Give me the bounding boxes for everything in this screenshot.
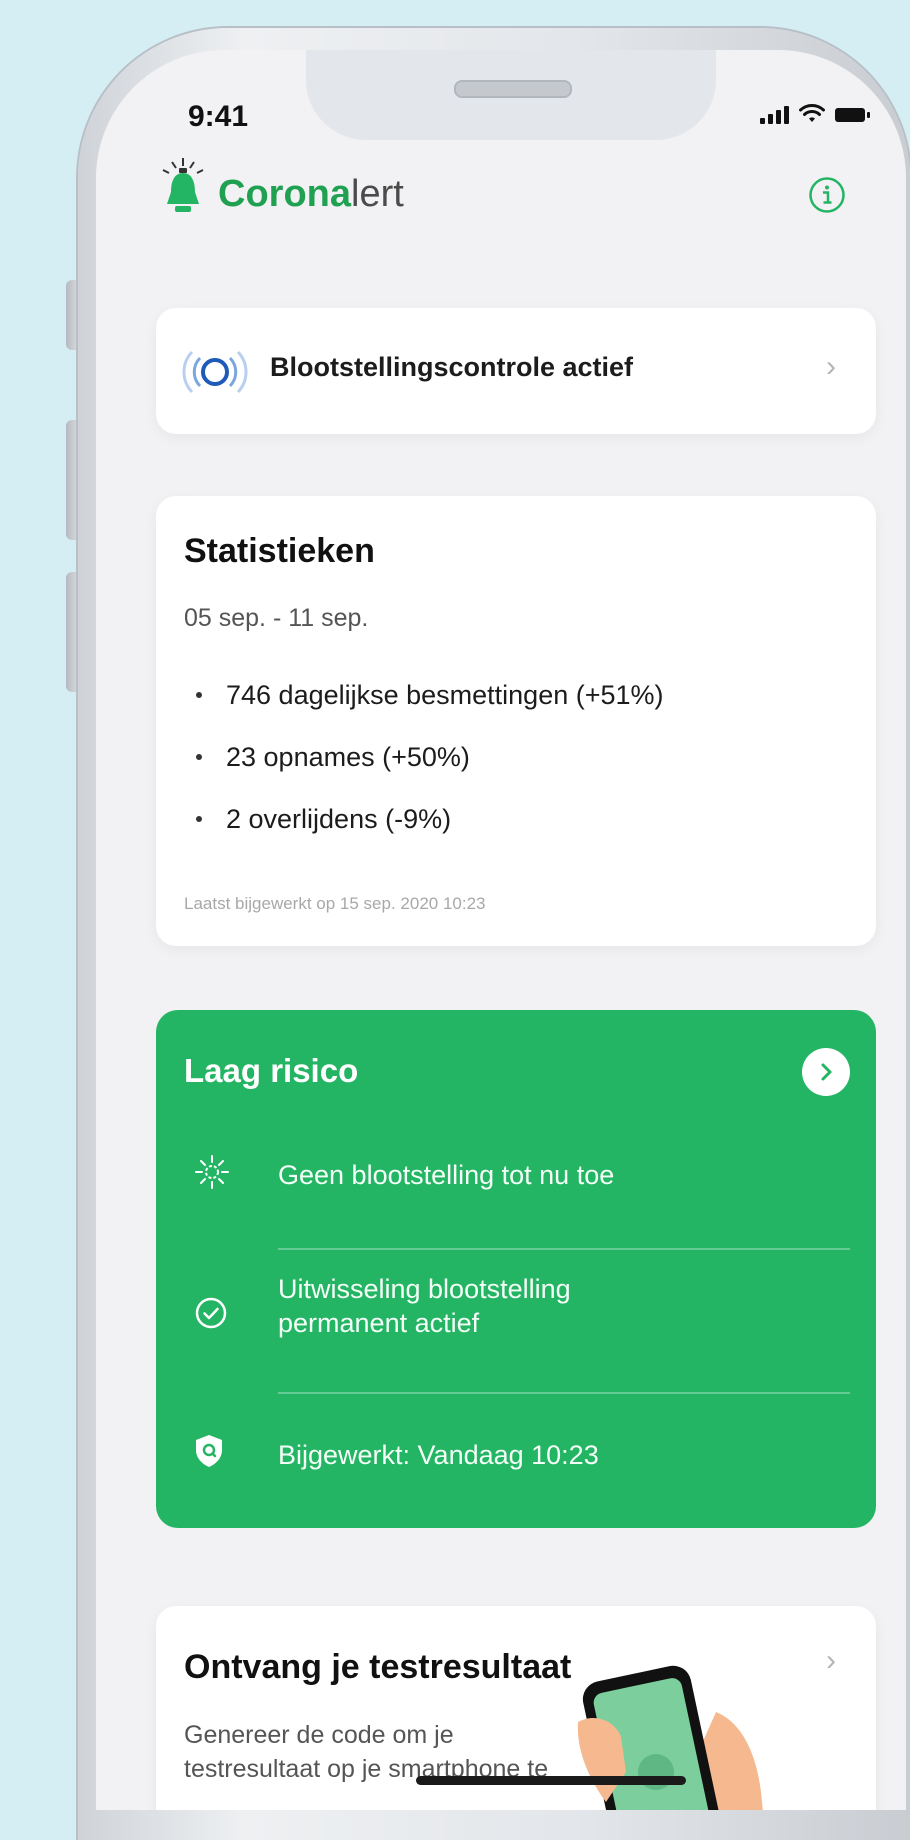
- statistics-title: Statistieken: [184, 532, 375, 570]
- list-item: 23 opnames (+50%): [196, 726, 664, 788]
- bullet-icon: [196, 754, 202, 760]
- risk-exchange-line-1: Uitwisseling blootstelling: [278, 1274, 571, 1304]
- risk-card[interactable]: Laag risico Geen blootstelling tot nu to…: [156, 1010, 876, 1528]
- app-name-light: lert: [351, 173, 404, 215]
- phone-notch: [306, 50, 716, 140]
- hand-phone-illustration: [577, 1665, 763, 1810]
- statistic-text: 2 overlijdens (-9%): [226, 803, 452, 834]
- risk-exchange-line-2: permanent actief: [278, 1308, 480, 1338]
- battery-icon: [835, 108, 870, 122]
- app-logo: Coronalert: [160, 156, 404, 218]
- speaker-slot: [454, 80, 572, 98]
- test-result-description-line-1: Genereer de code om je: [184, 1721, 454, 1749]
- app-header: Coronalert: [160, 156, 846, 226]
- risk-details-button[interactable]: [802, 1048, 850, 1096]
- bullet-icon: [196, 692, 202, 698]
- virus-icon: [195, 1155, 229, 1189]
- bullet-icon: [196, 816, 202, 822]
- risk-row-exposure: Geen blootstelling tot nu toe: [156, 1148, 876, 1208]
- status-time: 9:41: [188, 100, 249, 133]
- divider: [278, 1392, 850, 1394]
- check-circle-icon: [195, 1297, 227, 1329]
- chevron-right-icon: ›: [826, 1644, 836, 1677]
- risk-row-exchange: Uitwisseling blootstelling permanent act…: [156, 1272, 876, 1352]
- exposure-status-label: Blootstellingscontrole actief: [270, 352, 634, 382]
- app-name: Coronalert: [218, 173, 404, 216]
- shield-icon: [196, 1435, 222, 1467]
- info-icon[interactable]: [808, 176, 846, 214]
- list-item: 2 overlijdens (-9%): [196, 788, 664, 850]
- wifi-icon: [799, 104, 825, 122]
- statistic-text: 23 opnames (+50%): [226, 741, 470, 772]
- radar-icon: [182, 350, 248, 394]
- risk-title: Laag risico: [184, 1052, 359, 1089]
- statistics-updated: Laatst bijgewerkt op 15 sep. 2020 10:23: [184, 894, 486, 913]
- chevron-right-icon: ›: [826, 350, 836, 383]
- exposure-status-card[interactable]: Blootstellingscontrole actief ›: [156, 308, 876, 434]
- chevron-right-icon: [821, 1063, 832, 1081]
- list-item: 746 dagelijkse besmettingen (+51%): [196, 664, 664, 726]
- statistics-list: 746 dagelijkse besmettingen (+51%) 23 op…: [196, 664, 664, 850]
- divider: [278, 1248, 850, 1250]
- statistic-text: 746 dagelijkse besmettingen (+51%): [226, 679, 664, 710]
- risk-exposure-text: Geen blootstelling tot nu toe: [278, 1160, 615, 1190]
- risk-row-updated: Bijgewerkt: Vandaag 10:23: [156, 1430, 876, 1490]
- risk-updated-text: Bijgewerkt: Vandaag 10:23: [278, 1440, 599, 1470]
- risk-exchange-text: Uitwisseling blootstelling permanent act…: [278, 1272, 571, 1340]
- bell-logo-icon: [162, 158, 204, 212]
- cellular-signal-icon: [760, 104, 789, 124]
- status-icons: [760, 104, 870, 124]
- statistics-period: 05 sep. - 11 sep.: [184, 604, 369, 632]
- statistics-card: Statistieken 05 sep. - 11 sep. 746 dagel…: [156, 496, 876, 946]
- app-name-bold: Corona: [218, 173, 351, 215]
- home-indicator[interactable]: [416, 1776, 686, 1785]
- phone-screen: 9:41 Coronalert Blootstellingscontrole a…: [96, 50, 906, 1810]
- test-result-title: Ontvang je testresultaat: [184, 1648, 572, 1686]
